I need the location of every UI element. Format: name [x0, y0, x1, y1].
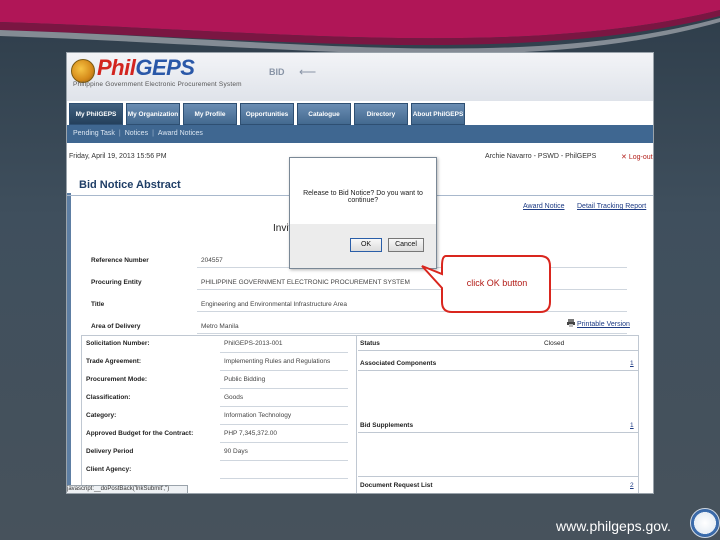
- philgeps-logo: PhilGEPS: [97, 55, 195, 80]
- bid-supplements-count[interactable]: 1: [630, 422, 634, 429]
- detail-label: Area of Delivery: [91, 323, 141, 330]
- subnav-pending-task[interactable]: Pending Task: [73, 130, 115, 137]
- document-request-label: Document Request List: [360, 482, 433, 489]
- tab-about-philgeps[interactable]: About PhilGEPS: [411, 103, 465, 125]
- field-label: Client Agency:: [86, 466, 132, 473]
- section-rule: [358, 476, 638, 477]
- detail-value: PHILIPPINE GOVERNMENT ELECTRONIC PROCURE…: [201, 279, 410, 286]
- tab-my-profile[interactable]: My Profile: [183, 103, 237, 125]
- left-accent-strip: [67, 193, 71, 493]
- field-label: Procurement Mode:: [86, 376, 148, 383]
- row-rule: [220, 370, 348, 371]
- tab-directory[interactable]: Directory: [354, 103, 408, 125]
- section-rule: [358, 432, 638, 433]
- philgeps-banner: PhilGEPS Philippine Government Electroni…: [67, 53, 653, 101]
- tab-catalogue[interactable]: Catalogue: [297, 103, 351, 125]
- document-request-count[interactable]: 2: [630, 482, 634, 489]
- row-rule: [220, 424, 348, 425]
- detail-row: Title Engineering and Environmental Infr…: [87, 297, 627, 313]
- award-notice-link[interactable]: Award Notice: [523, 203, 565, 210]
- footer-url: www.philgeps.gov.: [556, 518, 671, 534]
- detail-label: Procuring Entity: [91, 279, 142, 286]
- row-rule: [220, 460, 348, 461]
- field-label: Solicitation Number:: [86, 340, 150, 347]
- back-arrow-icon[interactable]: ⟵: [299, 65, 316, 79]
- dialog-message: Release to Bid Notice? Do you want to co…: [303, 190, 423, 204]
- field-value: 90 Days: [224, 448, 248, 455]
- tab-my-philgeps[interactable]: My PhilGEPS: [69, 103, 123, 125]
- solicitation-box: Solicitation Number: PhilGEPS-2013-001 Tr…: [81, 335, 639, 493]
- sub-navigation: Pending Task | Notices | Award Notices: [67, 125, 653, 143]
- associated-components-label: Associated Components: [360, 360, 437, 367]
- philgeps-seal-icon: [690, 508, 720, 538]
- detail-value: Engineering and Environmental Infrastruc…: [201, 301, 347, 308]
- current-datetime: Friday, April 19, 2013 15:56 PM: [69, 153, 167, 160]
- detail-label: Title: [91, 301, 105, 308]
- section-rule: [358, 350, 638, 351]
- logout-link[interactable]: ✕ Log-out: [621, 153, 653, 161]
- confirm-dialog: Release to Bid Notice? Do you want to co…: [289, 157, 437, 269]
- cancel-button[interactable]: Cancel: [388, 238, 424, 252]
- detail-value: 204557: [201, 257, 223, 264]
- subnav-separator: |: [118, 130, 121, 137]
- row-rule: [220, 352, 348, 353]
- detail-value: Metro Manila: [201, 323, 239, 330]
- tab-my-organization[interactable]: My Organization: [126, 103, 180, 125]
- row-rule: [220, 388, 348, 389]
- field-value: Implementing Rules and Regulations: [224, 358, 331, 365]
- detail-label: Reference Number: [91, 257, 149, 264]
- section-label: BID: [269, 67, 285, 77]
- row-rule: [197, 333, 627, 334]
- field-value: PHP 7,345,372.00: [224, 430, 278, 437]
- row-rule: [197, 311, 627, 312]
- field-label: Category:: [86, 412, 117, 419]
- main-tabs: My PhilGEPS My Organization My Profile O…: [67, 103, 653, 125]
- field-label: Classification:: [86, 394, 131, 401]
- browser-screenshot: PhilGEPS Philippine Government Electroni…: [66, 52, 654, 494]
- column-divider: [356, 336, 357, 493]
- detail-row: Area of Delivery Metro Manila: [87, 319, 627, 335]
- browser-status-bar: javascript:__doPostBack('lnkSubmit',''): [67, 485, 188, 493]
- detail-tracking-report-link[interactable]: Detail Tracking Report: [577, 203, 646, 210]
- field-value: Information Technology: [224, 412, 292, 419]
- philgeps-seal-icon: [71, 59, 95, 83]
- status-label: Status: [360, 340, 380, 347]
- page-title: Bid Notice Abstract: [79, 179, 181, 191]
- subnav-award-notices[interactable]: Award Notices: [158, 130, 203, 137]
- ok-button[interactable]: OK: [350, 238, 382, 252]
- field-value: Public Bidding: [224, 376, 266, 383]
- associated-components-count[interactable]: 1: [630, 360, 634, 367]
- callout-text: click OK button: [466, 278, 528, 288]
- row-rule: [220, 442, 348, 443]
- field-value: PhilGEPS-2013-001: [224, 340, 283, 347]
- row-rule: [220, 478, 348, 479]
- field-label: Trade Agreement:: [86, 358, 142, 365]
- field-label: Delivery Period: [86, 448, 134, 455]
- tab-opportunities[interactable]: Opportunities: [240, 103, 294, 125]
- status-value: Closed: [544, 340, 565, 347]
- printer-icon: [567, 319, 575, 327]
- bid-supplements-label: Bid Supplements: [360, 422, 414, 429]
- field-value: Goods: [224, 394, 244, 401]
- row-rule: [220, 406, 348, 407]
- row-rule: [197, 289, 627, 290]
- subnav-separator: |: [152, 130, 154, 137]
- printable-version-link[interactable]: Printable Version: [577, 321, 630, 328]
- logo-subtitle: Philippine Government Electronic Procure…: [73, 81, 242, 88]
- user-name: Archie Navarro - PSWD - PhilGEPS: [485, 153, 597, 160]
- section-rule: [358, 370, 638, 371]
- field-label: Approved Budget for the Contract:: [86, 430, 194, 437]
- subnav-notices[interactable]: Notices: [125, 130, 148, 137]
- detail-row: Procuring Entity PHILIPPINE GOVERNMENT E…: [87, 275, 627, 291]
